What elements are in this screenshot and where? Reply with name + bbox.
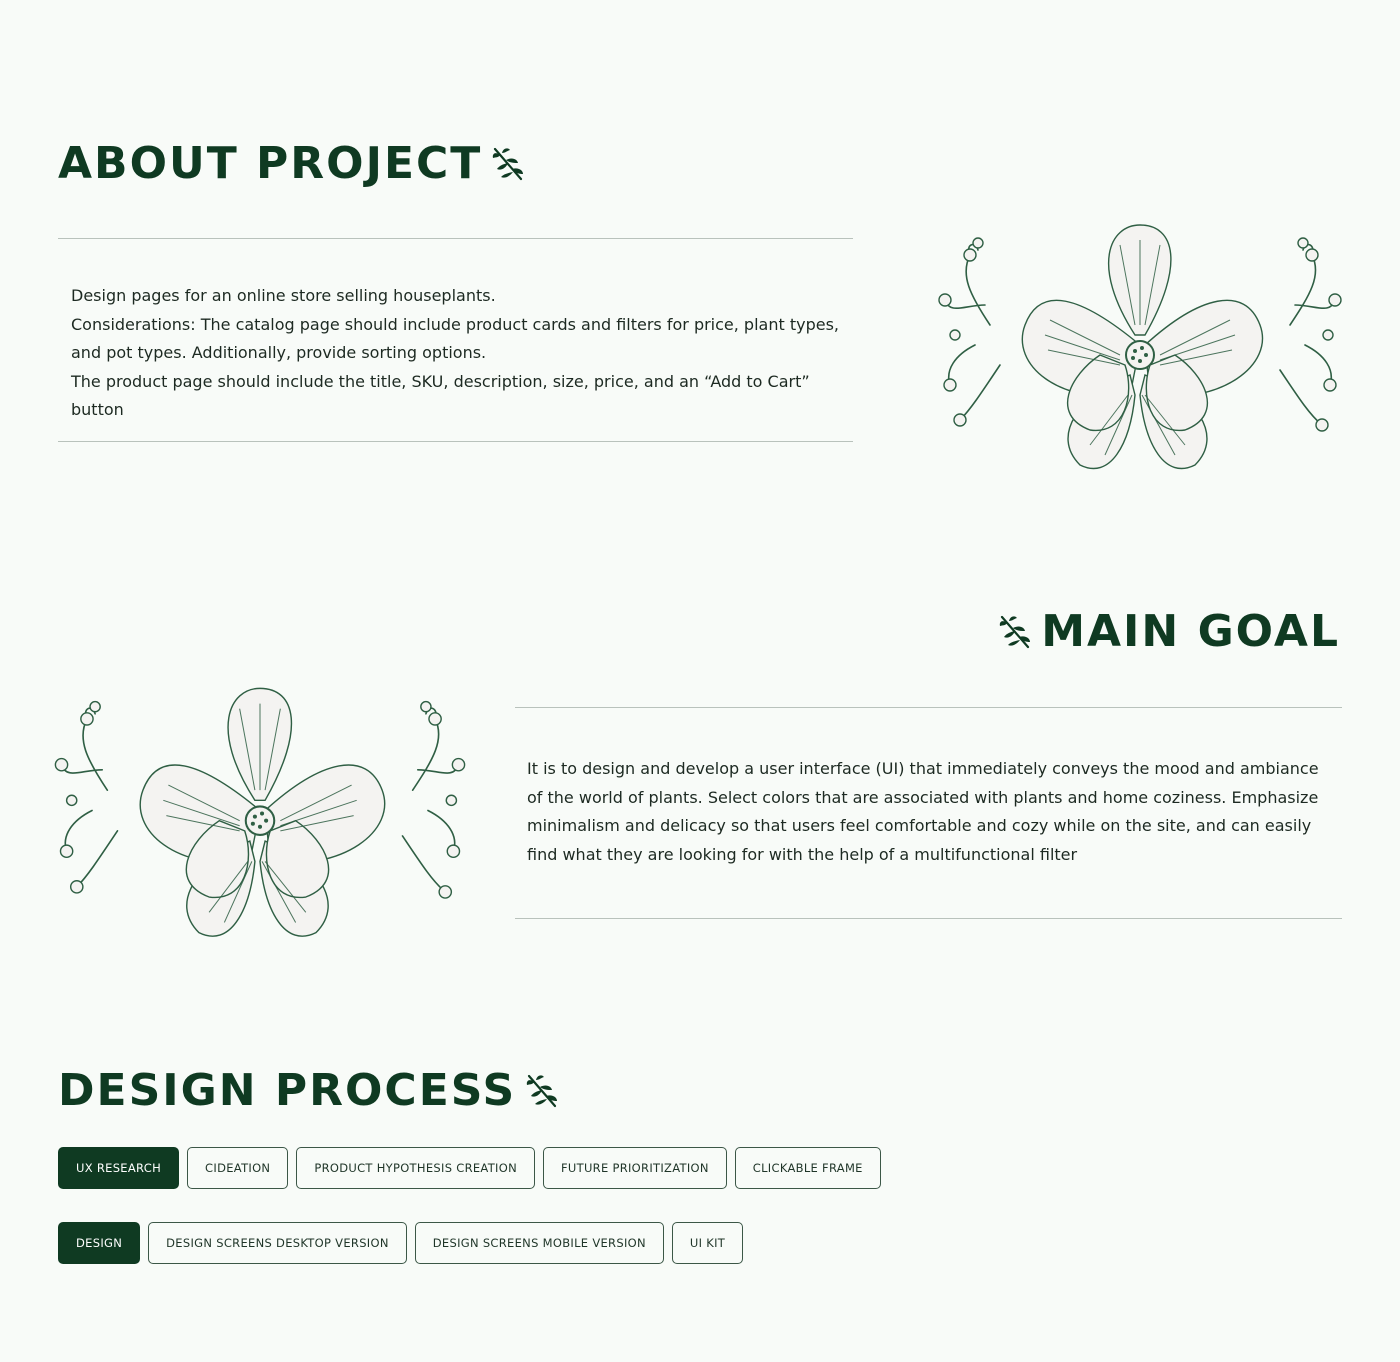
leaf-sprig-icon xyxy=(490,145,526,183)
tag-future-prioritization[interactable]: FUTURE PRIORITIZATION xyxy=(542,1147,727,1189)
design-process-title: DESIGN PROCESS xyxy=(58,1065,517,1116)
about-project-heading: ABOUT PROJECT xyxy=(58,138,526,189)
about-line: Considerations: The catalog page should … xyxy=(71,314,839,334)
about-line: and pot types. Additionally, provide sor… xyxy=(71,343,487,362)
about-line: Design pages for an online store selling… xyxy=(71,286,496,305)
leaf-sprig-icon xyxy=(997,613,1033,651)
main-goal-title: MAIN GOAL xyxy=(1041,606,1340,657)
tag-desktop-screens[interactable]: DESIGN SCREENS DESKTOP VERSION xyxy=(148,1222,407,1264)
tag-product-hypothesis[interactable]: PRODUCT HYPOTHESIS CREATION xyxy=(296,1147,535,1189)
process-row-research: UX RESEARCH CIDEATION PRODUCT HYPOTHESIS… xyxy=(58,1147,881,1189)
tag-cideation[interactable]: CIDEATION xyxy=(187,1147,289,1189)
design-process-heading: DESIGN PROCESS xyxy=(58,1065,560,1116)
main-goal-heading: MAIN GOAL xyxy=(997,606,1340,657)
tag-ui-kit[interactable]: UI KIT xyxy=(671,1222,744,1264)
tag-design[interactable]: DESIGN xyxy=(58,1222,141,1264)
divider xyxy=(515,918,1342,919)
leaf-sprig-icon xyxy=(524,1072,560,1110)
tag-mobile-screens[interactable]: DESIGN SCREENS MOBILE VERSION xyxy=(414,1222,664,1264)
tag-ux-research[interactable]: UX RESEARCH xyxy=(58,1147,180,1189)
goal-line: It is to design and develop a user inter… xyxy=(527,759,1319,778)
divider xyxy=(58,238,853,239)
process-row-design: DESIGN DESIGN SCREENS DESKTOP VERSION DE… xyxy=(58,1222,744,1264)
main-goal-description: It is to design and develop a user inter… xyxy=(527,755,1342,869)
divider xyxy=(515,707,1342,708)
about-line: The product page should include the titl… xyxy=(71,371,810,420)
about-project-title: ABOUT PROJECT xyxy=(58,138,483,189)
about-project-description: Design pages for an online store selling… xyxy=(71,282,861,425)
tag-clickable-frame[interactable]: CLICKABLE FRAME xyxy=(734,1147,881,1189)
divider xyxy=(58,441,853,442)
goal-line: minimalism and delicacy so that users fe… xyxy=(527,816,1312,835)
peony-illustration xyxy=(930,205,1350,485)
peony-illustration xyxy=(40,668,480,953)
goal-line: of the world of plants. Select colors th… xyxy=(527,787,1319,807)
goal-line: find what they are looking for with the … xyxy=(527,844,1078,864)
